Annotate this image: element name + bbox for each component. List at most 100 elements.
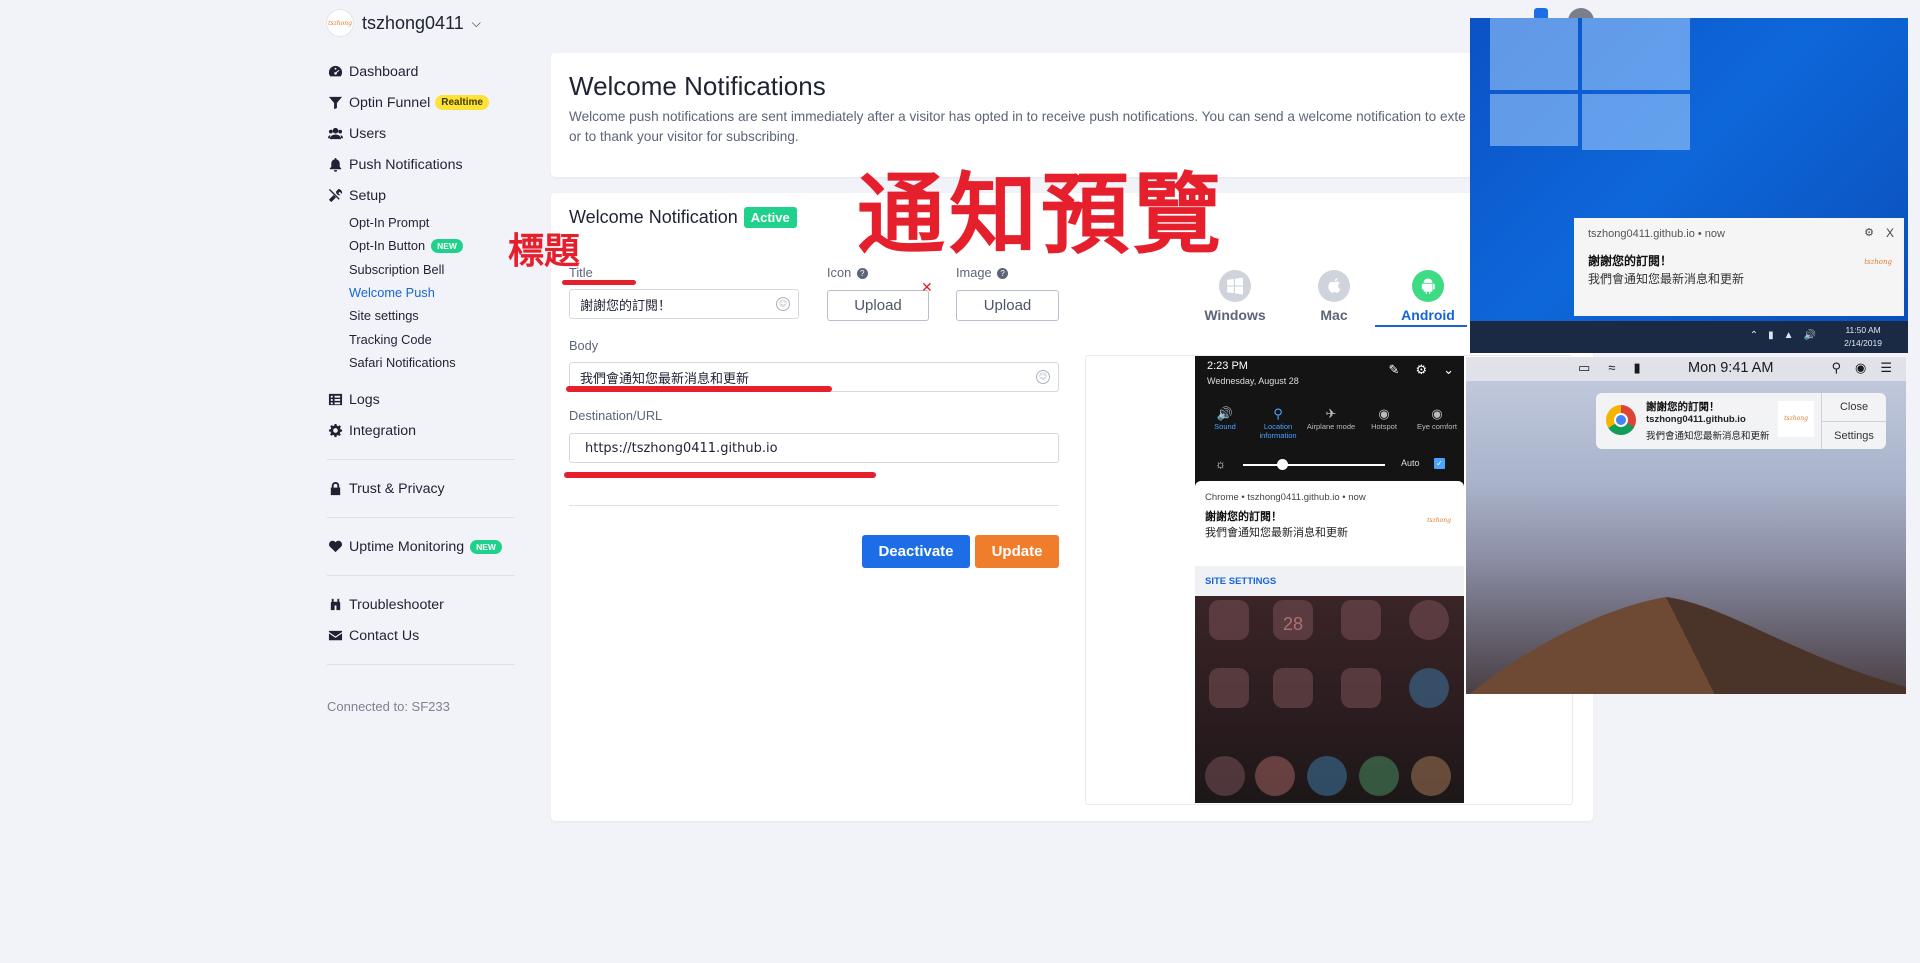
brightness-icon: ☼ (1215, 457, 1226, 471)
nav-label: Push Notifications (349, 156, 463, 173)
android-time: 2:23 PM (1207, 360, 1248, 372)
nav-contact-us[interactable]: Contact Us (327, 620, 515, 651)
divider (327, 664, 515, 666)
sub-item-subscription-bell[interactable]: Subscription Bell (349, 258, 515, 281)
body-value: 我們會通知您最新消息和更新 (580, 371, 750, 387)
new-badge: NEW (470, 539, 502, 554)
windows-logo-pane (1582, 94, 1690, 150)
tab-android[interactable]: Android (1383, 270, 1473, 323)
update-button[interactable]: Update (975, 535, 1059, 568)
calendar-icon: 28 (1273, 600, 1313, 640)
divider (327, 575, 515, 577)
envelope-icon (327, 628, 343, 644)
nav-dashboard[interactable]: Dashboard (327, 56, 515, 87)
wifi-icon: ≈ (1608, 360, 1616, 375)
mac-settings-button: Settings (1822, 421, 1886, 449)
network-icon: ▲ (1783, 330, 1794, 341)
android-quick-settings: 2:23 PM Wednesday, August 28 ✎ ⚙ ⌄ 🔊 Soun… (1195, 356, 1464, 481)
nav-label: Optin Funnel (349, 94, 431, 111)
nav-uptime-monitoring[interactable]: Uptime Monitoring NEW (327, 531, 515, 562)
gear-icon: ⚙ (1864, 227, 1874, 239)
apple-icon (1318, 270, 1350, 302)
auto-label: Auto (1401, 458, 1420, 468)
tools-icon (327, 188, 343, 204)
mac-status-icons: ▭ ≈ ▮ (1578, 360, 1641, 376)
nav-integration[interactable]: Integration (327, 415, 515, 446)
remove-icon[interactable]: ✕ (921, 279, 933, 296)
notification-thumbnail: tszhong (1864, 258, 1892, 266)
qs-label: Eye comfort (1416, 422, 1457, 431)
qs-eye-comfort: ◉ Eye comfort (1411, 406, 1463, 431)
page-description: Welcome push notifications are sent imme… (569, 109, 1572, 144)
notification-thumbnail: tszhong (1427, 517, 1451, 524)
url-label: Destination/URL (569, 408, 663, 423)
divider (327, 459, 515, 461)
binoculars-icon (327, 597, 343, 613)
emoji-icon[interactable]: ☺ (776, 297, 790, 311)
tab-label: Android (1401, 307, 1455, 323)
qs-label: Airplane mode (1306, 422, 1356, 431)
sub-item-welcome-push[interactable]: Welcome Push (349, 281, 515, 304)
hotspot-icon: ◉ (1378, 406, 1390, 421)
auto-checkbox: ✓ (1434, 458, 1445, 469)
windows-logo-pane (1490, 94, 1578, 146)
close-icon: X (1885, 226, 1894, 240)
clock-time: 11:50 AM (1845, 325, 1881, 335)
sub-item-optin-button[interactable]: Opt-In Button NEW (349, 234, 515, 257)
title-input[interactable]: 謝謝您的訂閱！ ☺ (569, 289, 799, 319)
sub-item-optin-prompt[interactable]: Opt-In Prompt (349, 211, 515, 234)
nav-trust-privacy[interactable]: Trust & Privacy (327, 473, 515, 504)
nav-push-notifications[interactable]: Push Notifications (327, 149, 515, 180)
android-notification-title: 謝謝您的訂閱！ (1205, 511, 1282, 523)
deactivate-button[interactable]: Deactivate (862, 535, 970, 568)
nav-label: Uptime Monitoring (349, 538, 465, 555)
airplane-icon: ✈ (1325, 406, 1337, 421)
nav-troubleshooter[interactable]: Troubleshooter (327, 589, 515, 620)
nav-logs[interactable]: Logs (327, 384, 515, 415)
menu-icon: ☰ (1880, 360, 1892, 375)
chevron-up-icon: ⌃ (1749, 330, 1759, 341)
nav-users[interactable]: Users (327, 118, 515, 149)
nav-label: Troubleshooter (349, 596, 444, 613)
sub-item-safari-notifications[interactable]: Safari Notifications (349, 351, 515, 374)
camera-icon (1409, 600, 1449, 640)
nav-optin-funnel[interactable]: Optin Funnel Realtime (327, 87, 515, 118)
sub-item-site-settings[interactable]: Site settings (349, 304, 515, 327)
nav-label: Users (349, 125, 387, 142)
chevron-down-icon: ⌵ (471, 15, 481, 30)
title-value: 謝謝您的訂閱！ (580, 298, 672, 314)
tab-windows[interactable]: Windows (1190, 270, 1280, 323)
mac-right-icons: ⚲ ◉ ☰ (1831, 360, 1892, 376)
site-logo: tszhong (327, 10, 353, 36)
account-switcher[interactable]: tszhong tszhong0411 ⌵ (327, 0, 515, 46)
qs-label: Hotspot (1371, 422, 1397, 431)
android-notification-body: 我們會通知您最新消息和更新 (1205, 527, 1348, 539)
body-label: Body (569, 338, 599, 353)
nav-setup[interactable]: Setup (327, 180, 515, 211)
qs-hotspot: ◉ Hotspot (1358, 406, 1410, 431)
qs-label: Location information (1259, 422, 1297, 440)
image-upload-button[interactable]: Upload (956, 290, 1059, 321)
tab-mac[interactable]: Mac (1289, 270, 1379, 323)
mac-notification: 謝謝您的訂閱！ tszhong0411.github.io 我們會通知您最新消息… (1596, 393, 1886, 449)
connected-status: Connected to: SF233 (327, 699, 450, 715)
nav-label: Dashboard (349, 63, 419, 80)
emoji-icon[interactable]: ☺ (1036, 370, 1050, 384)
sub-item-tracking-code[interactable]: Tracking Code (349, 327, 515, 350)
icon-upload-button[interactable]: Upload (827, 290, 929, 321)
gmail-icon (1255, 756, 1295, 796)
realtime-badge: Realtime (435, 95, 489, 110)
contacts-icon (1341, 668, 1381, 708)
siri-icon: ◉ (1855, 360, 1867, 375)
app-icon (1273, 668, 1313, 708)
nav-label: Integration (349, 422, 417, 439)
windows-toast-app: tszhong0411.github.io • now (1588, 228, 1725, 240)
mac-close-button: Close (1839, 401, 1869, 413)
windows-logo-pane (1582, 18, 1690, 90)
android-icon (1412, 270, 1444, 302)
battery-icon: ▮ (1768, 330, 1774, 341)
gear-icon (327, 423, 343, 439)
search-icon: ⚲ (1831, 360, 1841, 375)
mac-notification-actions: Close Settings (1821, 393, 1886, 449)
url-input[interactable]: https://tszhong0411.github.io (569, 433, 1059, 463)
